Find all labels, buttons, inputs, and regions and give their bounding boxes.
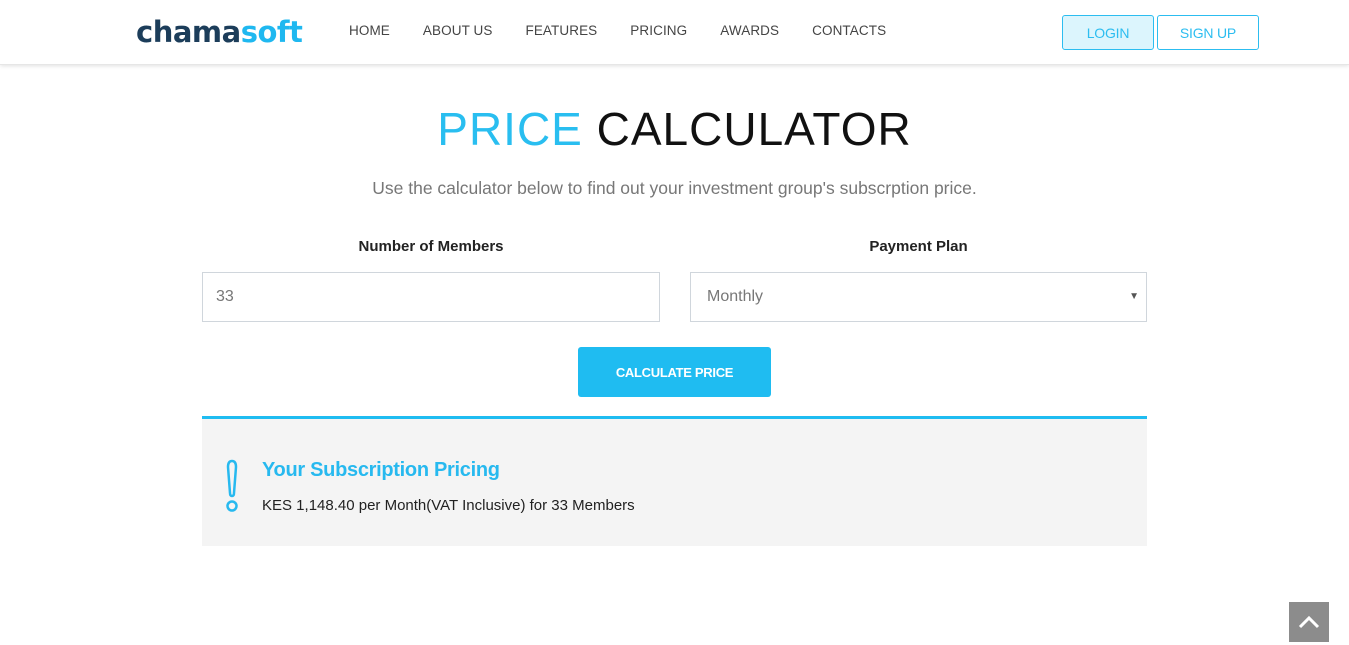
calculate-price-button[interactable]: CALCULATE PRICE [578,347,771,397]
result-title: Your Subscription Pricing [262,459,500,481]
nav-pricing[interactable]: PRICING [630,23,687,38]
result-panel: Your Subscription Pricing KES 1,148.40 p… [202,416,1147,546]
logo-text-dark: chama [136,15,241,49]
result-text: KES 1,148.40 per Month(VAT Inclusive) fo… [262,497,635,514]
logo-text-accent: soft [240,15,303,49]
nav-home[interactable]: HOME [349,23,390,38]
navbar: chamasoft HOME ABOUT US FEATURES PRICING… [0,0,1349,65]
scroll-to-top-button[interactable] [1289,602,1329,642]
logo[interactable]: chamasoft [136,15,303,49]
nav-awards[interactable]: AWARDS [720,23,779,38]
members-input[interactable]: 33 [202,272,660,322]
signup-button[interactable]: SIGN UP [1157,15,1259,50]
payment-plan-select[interactable]: Monthly ▼ [690,272,1147,322]
chevron-up-icon [1298,615,1320,629]
page-title: PRICE CALCULATOR [0,102,1349,156]
caret-down-icon: ▼ [1129,291,1139,302]
payment-plan-selected: Monthly [707,288,764,305]
payment-plan-label: Payment Plan [869,238,968,255]
page-title-rest: CALCULATOR [596,103,912,155]
exclamation-icon [226,459,238,512]
login-button[interactable]: LOGIN [1062,15,1154,50]
nav-features[interactable]: FEATURES [525,23,597,38]
members-input-value: 33 [216,288,234,305]
page-title-accent: PRICE [437,103,583,155]
main-nav: HOME ABOUT US FEATURES PRICING AWARDS CO… [349,23,919,38]
members-label: Number of Members [358,238,504,255]
page-subtitle: Use the calculator below to find out you… [372,178,977,198]
nav-contacts[interactable]: CONTACTS [812,23,886,38]
nav-about-us[interactable]: ABOUT US [423,23,493,38]
